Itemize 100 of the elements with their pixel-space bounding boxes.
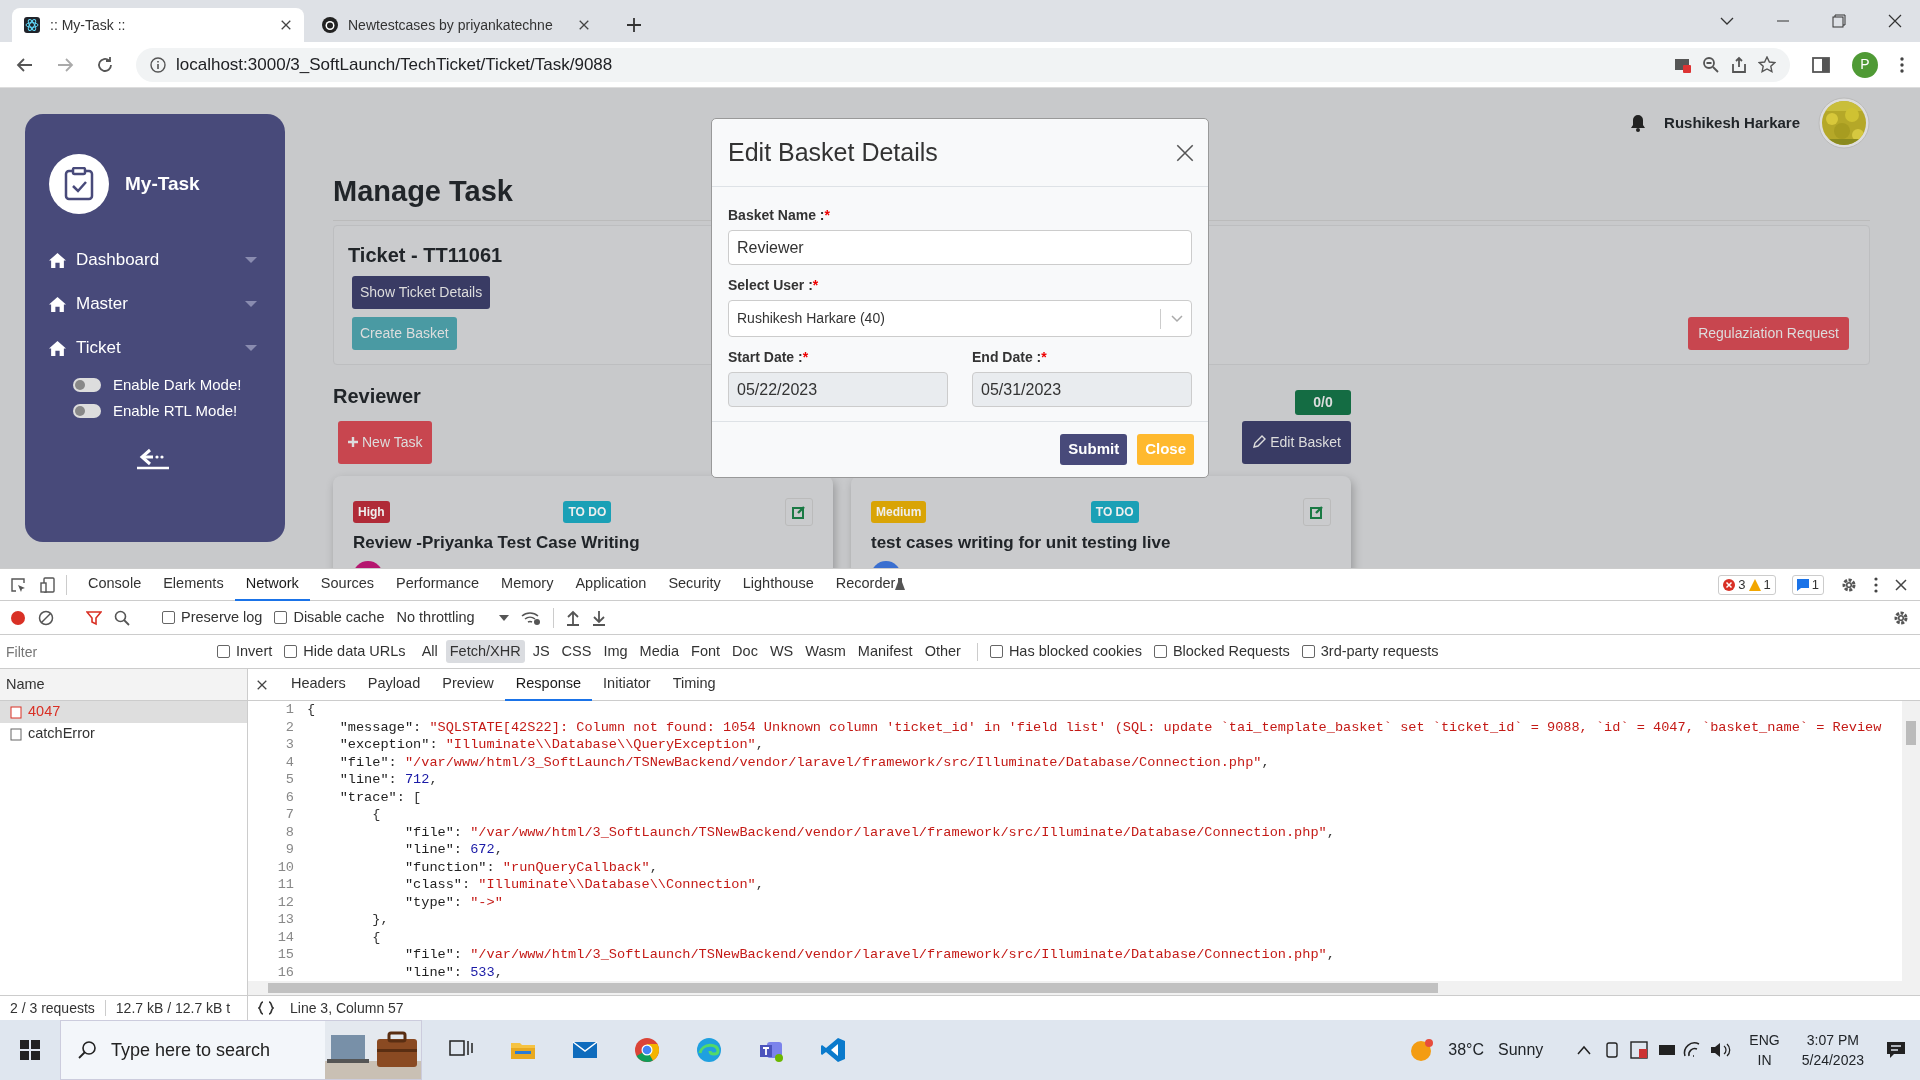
zoom-icon[interactable]: [1702, 55, 1720, 74]
network-conditions-icon[interactable]: [520, 609, 541, 626]
modal-button[interactable]: Submit: [1060, 434, 1128, 465]
devtools-tab[interactable]: Security: [657, 568, 732, 601]
taskbar-search[interactable]: Type here to search: [60, 1020, 422, 1080]
edit-button[interactable]: [1303, 497, 1331, 526]
line-number: 6: [284, 788, 294, 806]
issues-counter[interactable]: 3 1: [1718, 574, 1776, 595]
checkbox[interactable]: Disable cache: [274, 606, 385, 629]
type-filter[interactable]: Other: [920, 639, 965, 664]
type-filter[interactable]: Img: [599, 639, 632, 664]
back-icon[interactable]: [16, 55, 34, 74]
devtools-tab[interactable]: Memory: [490, 568, 565, 601]
toggle-switch[interactable]: [73, 378, 101, 392]
type-filter[interactable]: JS: [528, 639, 554, 664]
type-filter[interactable]: Fetch/XHR: [445, 639, 525, 664]
show-ticket-details-button[interactable]: Show Ticket Details: [352, 275, 491, 309]
detail-tab[interactable]: Preview: [431, 668, 505, 701]
notification-icon[interactable]: [1886, 1041, 1906, 1059]
regularization-request-button[interactable]: Regulaziation Request: [1688, 316, 1849, 350]
inspect-icon[interactable]: [10, 576, 26, 593]
devtools-tab[interactable]: Lighthouse: [731, 568, 825, 601]
request-row[interactable]: 4047: [0, 701, 247, 723]
download-icon[interactable]: [591, 609, 606, 626]
close-icon[interactable]: [1894, 577, 1908, 592]
messages-counter[interactable]: 1: [1791, 574, 1824, 595]
browser-icon[interactable]: [634, 1037, 660, 1063]
type-filter[interactable]: Manifest: [853, 639, 917, 664]
upload-icon[interactable]: [565, 609, 580, 626]
address-bar[interactable]: localhost:3000/3_SoftLaunch/TechTicket/Ticket/Task/9088: [136, 47, 1790, 82]
edit-button[interactable]: [785, 497, 813, 526]
sidebar-item[interactable]: Ticket: [49, 326, 257, 370]
reload-icon[interactable]: [96, 55, 114, 74]
chevron-up-icon[interactable]: [1577, 1045, 1592, 1055]
detail-tab[interactable]: Payload: [356, 668, 432, 701]
detail-tab[interactable]: Response: [504, 668, 593, 701]
plus-icon[interactable]: [626, 17, 642, 33]
sidebar-item[interactable]: Master: [49, 282, 257, 326]
bell-icon[interactable]: [1630, 114, 1647, 132]
user-select[interactable]: Rushikesh Harkare (40): [728, 300, 1192, 337]
edit-basket-button[interactable]: Edit Basket: [1242, 420, 1351, 464]
checkbox[interactable]: Hide data URLs: [284, 640, 406, 663]
new-task-button[interactable]: New Task: [338, 420, 433, 464]
type-filter[interactable]: Font: [687, 639, 725, 664]
devtools-tab[interactable]: Network: [234, 568, 310, 601]
windows-start-icon[interactable]: [20, 1040, 40, 1060]
type-filter[interactable]: Wasm: [801, 639, 850, 664]
devtools-tab[interactable]: Elements: [152, 568, 235, 601]
date-field[interactable]: 05/31/2023: [972, 372, 1192, 407]
browser-tab[interactable]: Newtestcases by priyankatechne: [310, 8, 602, 42]
throttling-select[interactable]: No throttling: [396, 606, 509, 629]
plus-icon: [348, 437, 358, 447]
checkbox[interactable]: Invert: [217, 640, 273, 663]
type-filter[interactable]: Doc: [728, 639, 762, 664]
checkbox[interactable]: Blocked Requests: [1153, 640, 1290, 663]
date-field[interactable]: 05/22/2023: [728, 372, 948, 407]
restore-icon[interactable]: [1832, 14, 1846, 28]
request-row[interactable]: catchError: [0, 723, 247, 745]
type-filter[interactable]: CSS: [557, 639, 596, 664]
clear-icon[interactable]: [38, 609, 54, 626]
detail-tab[interactable]: Initiator: [592, 668, 662, 701]
more-icon[interactable]: [1874, 576, 1878, 593]
side-panel-icon[interactable]: [1812, 55, 1830, 74]
share-icon[interactable]: [1730, 55, 1748, 74]
type-filter[interactable]: All: [417, 639, 442, 664]
checkbox[interactable]: 3rd-party requests: [1301, 640, 1439, 663]
filter-icon[interactable]: [86, 609, 102, 626]
record-icon[interactable]: [10, 609, 26, 626]
field-label: Start Date :*: [728, 348, 810, 367]
close-icon[interactable]: [1888, 14, 1902, 28]
close-icon[interactable]: [1176, 143, 1194, 162]
more-icon[interactable]: [1900, 56, 1904, 73]
close-icon[interactable]: [280, 19, 292, 31]
profile-avatar[interactable]: P: [1852, 51, 1878, 78]
checkbox[interactable]: Preserve log: [162, 606, 263, 629]
detail-tab[interactable]: Headers: [280, 668, 357, 701]
device-icon[interactable]: [40, 576, 56, 593]
collapse-arrow-icon[interactable]: [136, 448, 170, 470]
type-filter[interactable]: Media: [635, 639, 684, 664]
sidebar-item[interactable]: Dashboard: [49, 238, 257, 282]
close-icon[interactable]: [578, 19, 590, 31]
toggle-switch[interactable]: [73, 404, 101, 418]
devtools-tab[interactable]: Performance: [385, 568, 491, 601]
clock[interactable]: 3:07 PM 5/24/2023: [1801, 1030, 1864, 1070]
search-icon[interactable]: [114, 609, 130, 626]
devtools-tab[interactable]: Recorder: [824, 568, 917, 601]
pretty-print-icon[interactable]: [258, 1001, 274, 1015]
code-editor-icon[interactable]: [820, 1037, 846, 1063]
detail-tab[interactable]: Timing: [661, 668, 727, 701]
checkbox[interactable]: Has blocked cookies: [989, 640, 1142, 663]
input-field[interactable]: Reviewer: [728, 230, 1192, 265]
devtools-tab[interactable]: Console: [77, 568, 153, 601]
devtools-tab[interactable]: Application: [564, 568, 658, 601]
browser-tab[interactable]: :: My-Task ::: [12, 8, 304, 42]
type-filter[interactable]: WS: [765, 639, 798, 664]
devtools-tab[interactable]: Sources: [309, 568, 386, 601]
close-icon[interactable]: [256, 678, 268, 691]
star-icon[interactable]: [1758, 55, 1776, 74]
caret-icon: [245, 345, 257, 351]
language-indicator[interactable]: ENG IN: [1749, 1030, 1780, 1070]
